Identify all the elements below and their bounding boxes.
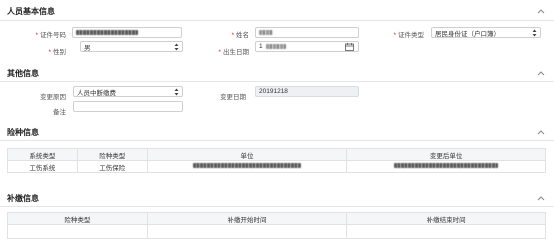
table-cell: 工伤系统: [7, 160, 78, 173]
collapse-other-chevron-up-icon[interactable]: [536, 68, 546, 78]
supplement-table: 险种类型 补缴开始时间 补缴结束时间: [7, 212, 546, 239]
column-header: 单位: [146, 148, 348, 161]
id-number-label: * 证件号码: [35, 32, 66, 39]
id-type-value: 居民身份证（户口簿）: [435, 30, 500, 38]
divider: [0, 140, 554, 141]
select-arrows-icon: [532, 29, 537, 37]
name-label: * 姓名: [231, 32, 249, 39]
section-header-supplement: 补缴信息: [0, 191, 554, 205]
name-redacted: [259, 30, 273, 35]
unit-redacted: [192, 163, 301, 168]
divider: [0, 20, 554, 21]
birth-date-label: * 出生日期: [218, 49, 249, 56]
section-title-basic: 人员基本信息: [7, 6, 55, 16]
column-header: 变更后单位: [346, 148, 546, 161]
collapse-basic-chevron-up-icon[interactable]: [536, 6, 546, 16]
divider: [0, 206, 554, 207]
gender-select[interactable]: 男: [80, 41, 183, 52]
insurance-table-header-row: 系统类型 险种类型 单位 变更后单位: [7, 148, 546, 161]
remark-label: 备注: [53, 109, 66, 116]
change-date-label: 变更日期: [220, 94, 246, 101]
section-title-insurance: 险种信息: [7, 127, 39, 137]
change-date-field: 20191218: [255, 86, 359, 97]
id-number-field[interactable]: [72, 27, 182, 38]
section-header-insurance: 险种信息: [0, 125, 554, 139]
column-header: 险种类型: [76, 148, 148, 161]
calendar-icon[interactable]: [345, 43, 354, 51]
table-cell: [346, 224, 546, 239]
section-header-other: 其他信息: [0, 66, 554, 80]
table-cell: 工伤保险: [76, 160, 148, 173]
section-title-other: 其他信息: [7, 68, 39, 78]
column-header: 补缴结束时间: [346, 212, 546, 225]
birth-date-prefix: 1: [259, 43, 263, 50]
birth-date-field[interactable]: 1: [255, 41, 359, 52]
new-unit-redacted: [394, 163, 499, 168]
divider: [0, 81, 554, 82]
table-cell: [346, 160, 546, 173]
id-type-select[interactable]: 居民身份证（户口簿）: [431, 27, 541, 38]
insurance-table: 系统类型 险种类型 单位 变更后单位 工伤系统 工伤保险: [7, 148, 546, 173]
change-date-value: 20191218: [259, 88, 288, 95]
gender-value: 男: [84, 44, 91, 52]
table-cell: [7, 224, 148, 239]
change-reason-label: 变更原因: [40, 94, 66, 101]
id-type-label: * 证件类型: [393, 32, 424, 39]
birth-date-redacted: [265, 44, 286, 49]
select-arrows-icon: [174, 43, 179, 51]
change-reason-value: 人员中断缴费: [77, 89, 116, 97]
table-row-empty: [7, 224, 546, 239]
collapse-supplement-chevron-up-icon[interactable]: [536, 193, 546, 203]
table-cell: [146, 160, 348, 173]
collapse-insurance-chevron-up-icon[interactable]: [536, 127, 546, 137]
section-header-basic: 人员基本信息: [0, 4, 554, 18]
name-field[interactable]: [255, 27, 359, 38]
table-row[interactable]: 工伤系统 工伤保险: [7, 160, 546, 173]
gender-label: * 性别: [48, 49, 66, 56]
section-title-supplement: 补缴信息: [7, 193, 39, 203]
column-header: 系统类型: [7, 148, 78, 161]
select-arrows-icon: [174, 88, 179, 96]
change-reason-select[interactable]: 人员中断缴费: [73, 86, 183, 97]
supplement-table-header-row: 险种类型 补缴开始时间 补缴结束时间: [7, 212, 546, 225]
id-number-redacted: [76, 30, 138, 35]
column-header: 补缴开始时间: [146, 212, 348, 225]
table-cell: [146, 224, 348, 239]
column-header: 险种类型: [7, 212, 148, 225]
remark-field[interactable]: [73, 101, 183, 112]
